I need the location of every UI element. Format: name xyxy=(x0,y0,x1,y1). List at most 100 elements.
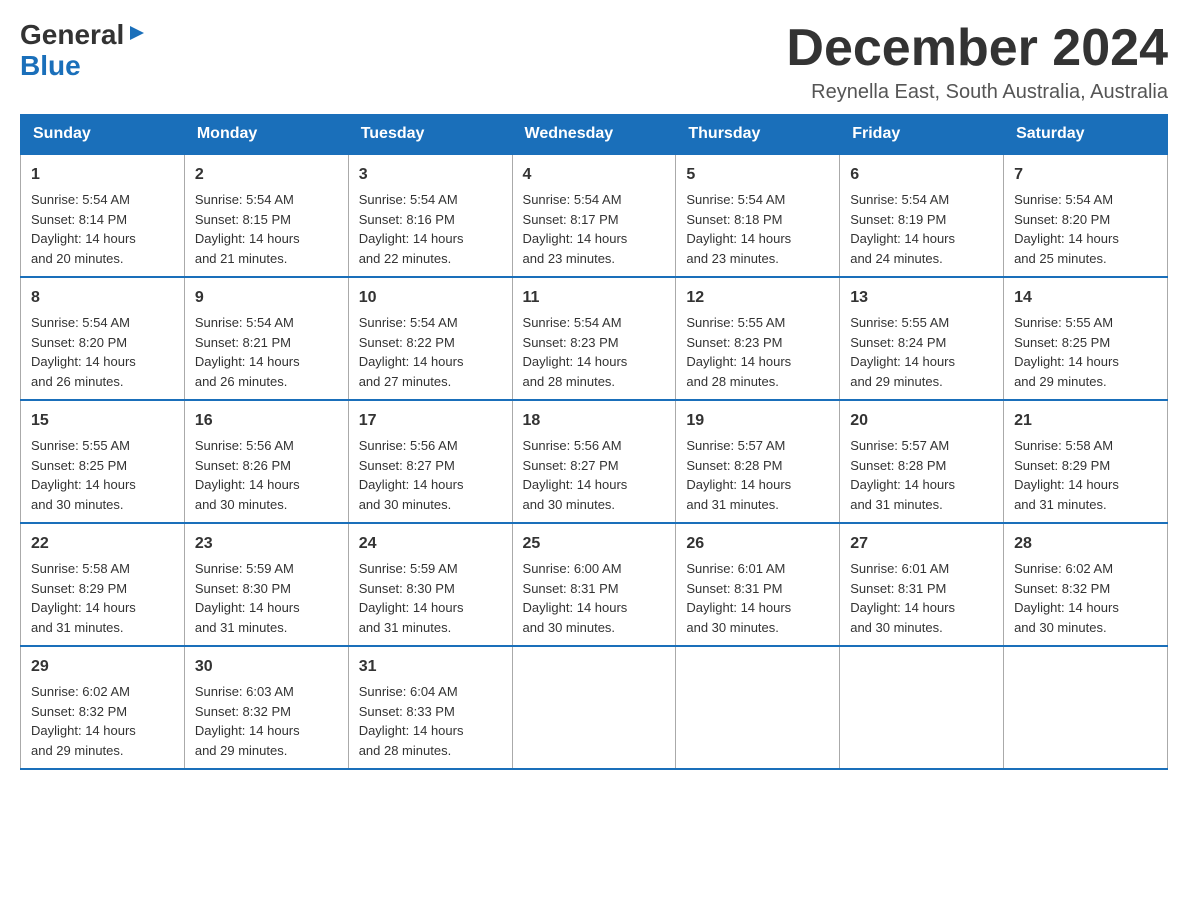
day-info: Sunrise: 5:55 AMSunset: 8:23 PMDaylight:… xyxy=(686,313,829,391)
calendar-cell: 8Sunrise: 5:54 AMSunset: 8:20 PMDaylight… xyxy=(21,277,185,400)
day-number: 10 xyxy=(359,286,502,310)
header-day-wednesday: Wednesday xyxy=(512,115,676,155)
day-info: Sunrise: 5:58 AMSunset: 8:29 PMDaylight:… xyxy=(1014,436,1157,514)
day-number: 3 xyxy=(359,163,502,187)
day-info: Sunrise: 5:54 AMSunset: 8:16 PMDaylight:… xyxy=(359,190,502,268)
day-info: Sunrise: 5:56 AMSunset: 8:27 PMDaylight:… xyxy=(359,436,502,514)
calendar-cell: 3 Sunrise: 5:54 AMSunset: 8:16 PMDaylight… xyxy=(348,154,512,277)
week-row-3: 15Sunrise: 5:55 AMSunset: 8:25 PMDayligh… xyxy=(21,400,1168,523)
day-number: 26 xyxy=(686,532,829,556)
week-row-1: 1 Sunrise: 5:54 AMSunset: 8:14 PMDaylight… xyxy=(21,154,1168,277)
day-info: Sunrise: 5:54 AMSunset: 8:14 PMDaylight:… xyxy=(31,190,174,268)
calendar-cell: 18 Sunrise: 5:56 AMSunset: 8:27 PMDayligh… xyxy=(512,400,676,523)
calendar-cell: 11 Sunrise: 5:54 AMSunset: 8:23 PMDayligh… xyxy=(512,277,676,400)
calendar-cell: 27 Sunrise: 6:01 AMSunset: 8:31 PMDayligh… xyxy=(840,523,1004,646)
week-row-4: 22 Sunrise: 5:58 AMSunset: 8:29 PMDayligh… xyxy=(21,523,1168,646)
day-number: 25 xyxy=(523,532,666,556)
day-info: Sunrise: 6:02 AMSunset: 8:32 PMDaylight:… xyxy=(1014,559,1157,637)
day-number: 13 xyxy=(850,286,993,310)
header-day-monday: Monday xyxy=(184,115,348,155)
day-number: 31 xyxy=(359,655,502,679)
day-info: Sunrise: 5:54 AMSunset: 8:15 PMDaylight:… xyxy=(195,190,338,268)
day-number: 27 xyxy=(850,532,993,556)
calendar-cell: 10 Sunrise: 5:54 AMSunset: 8:22 PMDayligh… xyxy=(348,277,512,400)
day-info: Sunrise: 5:54 AMSunset: 8:18 PMDaylight:… xyxy=(686,190,829,268)
day-info: Sunrise: 6:00 AMSunset: 8:31 PMDaylight:… xyxy=(523,559,666,637)
day-number: 15 xyxy=(31,409,174,433)
calendar-cell: 4 Sunrise: 5:54 AMSunset: 8:17 PMDaylight… xyxy=(512,154,676,277)
day-info: Sunrise: 5:56 AMSunset: 8:26 PMDaylight:… xyxy=(195,436,338,514)
day-number: 23 xyxy=(195,532,338,556)
calendar-cell: 22 Sunrise: 5:58 AMSunset: 8:29 PMDayligh… xyxy=(21,523,185,646)
calendar-cell xyxy=(1004,646,1168,769)
calendar-cell xyxy=(512,646,676,769)
location-title: Reynella East, South Australia, Australi… xyxy=(786,81,1168,104)
day-number: 1 xyxy=(31,163,174,187)
calendar-cell: 30 Sunrise: 6:03 AMSunset: 8:32 PMDayligh… xyxy=(184,646,348,769)
logo-blue: Blue xyxy=(20,51,81,82)
logo-arrow-icon xyxy=(126,22,148,44)
calendar-cell: 17 Sunrise: 5:56 AMSunset: 8:27 PMDayligh… xyxy=(348,400,512,523)
day-info: Sunrise: 5:54 AMSunset: 8:21 PMDaylight:… xyxy=(195,313,338,391)
day-number: 22 xyxy=(31,532,174,556)
calendar-cell: 1 Sunrise: 5:54 AMSunset: 8:14 PMDaylight… xyxy=(21,154,185,277)
calendar-cell xyxy=(676,646,840,769)
calendar-cell: 20 Sunrise: 5:57 AMSunset: 8:28 PMDayligh… xyxy=(840,400,1004,523)
day-number: 20 xyxy=(850,409,993,433)
calendar-cell: 14Sunrise: 5:55 AMSunset: 8:25 PMDayligh… xyxy=(1004,277,1168,400)
day-number: 7 xyxy=(1014,163,1157,187)
day-info: Sunrise: 5:56 AMSunset: 8:27 PMDaylight:… xyxy=(523,436,666,514)
day-number: 24 xyxy=(359,532,502,556)
day-info: Sunrise: 5:55 AMSunset: 8:24 PMDaylight:… xyxy=(850,313,993,391)
day-info: Sunrise: 6:02 AMSunset: 8:32 PMDaylight:… xyxy=(31,682,174,760)
calendar-table: SundayMondayTuesdayWednesdayThursdayFrid… xyxy=(20,114,1168,770)
calendar-cell: 5Sunrise: 5:54 AMSunset: 8:18 PMDaylight… xyxy=(676,154,840,277)
month-title: December 2024 xyxy=(786,20,1168,77)
day-info: Sunrise: 6:01 AMSunset: 8:31 PMDaylight:… xyxy=(850,559,993,637)
header-day-friday: Friday xyxy=(840,115,1004,155)
calendar-cell: 19 Sunrise: 5:57 AMSunset: 8:28 PMDayligh… xyxy=(676,400,840,523)
day-number: 30 xyxy=(195,655,338,679)
day-info: Sunrise: 5:54 AMSunset: 8:22 PMDaylight:… xyxy=(359,313,502,391)
day-number: 21 xyxy=(1014,409,1157,433)
day-number: 19 xyxy=(686,409,829,433)
day-info: Sunrise: 5:54 AMSunset: 8:23 PMDaylight:… xyxy=(523,313,666,391)
day-info: Sunrise: 5:58 AMSunset: 8:29 PMDaylight:… xyxy=(31,559,174,637)
day-info: Sunrise: 6:03 AMSunset: 8:32 PMDaylight:… xyxy=(195,682,338,760)
day-number: 28 xyxy=(1014,532,1157,556)
day-number: 12 xyxy=(686,286,829,310)
day-info: Sunrise: 5:59 AMSunset: 8:30 PMDaylight:… xyxy=(195,559,338,637)
calendar-cell: 6 Sunrise: 5:54 AMSunset: 8:19 PMDaylight… xyxy=(840,154,1004,277)
day-number: 4 xyxy=(523,163,666,187)
calendar-cell: 24Sunrise: 5:59 AMSunset: 8:30 PMDayligh… xyxy=(348,523,512,646)
day-number: 8 xyxy=(31,286,174,310)
calendar-cell: 12 Sunrise: 5:55 AMSunset: 8:23 PMDayligh… xyxy=(676,277,840,400)
day-number: 11 xyxy=(523,286,666,310)
header-row: SundayMondayTuesdayWednesdayThursdayFrid… xyxy=(21,115,1168,155)
calendar-cell: 2Sunrise: 5:54 AMSunset: 8:15 PMDaylight… xyxy=(184,154,348,277)
day-number: 6 xyxy=(850,163,993,187)
day-info: Sunrise: 5:54 AMSunset: 8:19 PMDaylight:… xyxy=(850,190,993,268)
calendar-cell: 29Sunrise: 6:02 AMSunset: 8:32 PMDayligh… xyxy=(21,646,185,769)
day-number: 18 xyxy=(523,409,666,433)
header-day-sunday: Sunday xyxy=(21,115,185,155)
day-info: Sunrise: 5:57 AMSunset: 8:28 PMDaylight:… xyxy=(850,436,993,514)
day-info: Sunrise: 6:04 AMSunset: 8:33 PMDaylight:… xyxy=(359,682,502,760)
calendar-cell: 9 Sunrise: 5:54 AMSunset: 8:21 PMDaylight… xyxy=(184,277,348,400)
day-info: Sunrise: 6:01 AMSunset: 8:31 PMDaylight:… xyxy=(686,559,829,637)
logo: General Blue xyxy=(20,20,148,82)
header-day-saturday: Saturday xyxy=(1004,115,1168,155)
day-number: 9 xyxy=(195,286,338,310)
week-row-5: 29Sunrise: 6:02 AMSunset: 8:32 PMDayligh… xyxy=(21,646,1168,769)
header-day-tuesday: Tuesday xyxy=(348,115,512,155)
day-info: Sunrise: 5:54 AMSunset: 8:17 PMDaylight:… xyxy=(523,190,666,268)
day-info: Sunrise: 5:54 AMSunset: 8:20 PMDaylight:… xyxy=(1014,190,1157,268)
calendar-cell: 13 Sunrise: 5:55 AMSunset: 8:24 PMDayligh… xyxy=(840,277,1004,400)
week-row-2: 8Sunrise: 5:54 AMSunset: 8:20 PMDaylight… xyxy=(21,277,1168,400)
day-number: 17 xyxy=(359,409,502,433)
calendar-cell: 23 Sunrise: 5:59 AMSunset: 8:30 PMDayligh… xyxy=(184,523,348,646)
calendar-cell: 15Sunrise: 5:55 AMSunset: 8:25 PMDayligh… xyxy=(21,400,185,523)
day-number: 16 xyxy=(195,409,338,433)
day-info: Sunrise: 5:57 AMSunset: 8:28 PMDaylight:… xyxy=(686,436,829,514)
title-block: December 2024 Reynella East, South Austr… xyxy=(786,20,1168,104)
